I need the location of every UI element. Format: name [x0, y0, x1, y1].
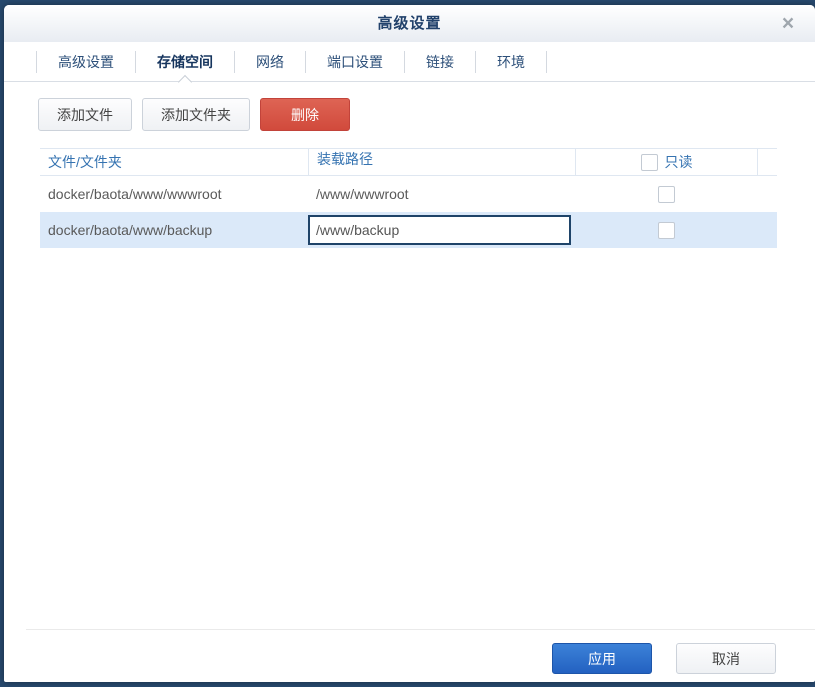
dialog-footer: 应用 取消	[26, 629, 815, 682]
tab-network[interactable]: 网络	[235, 43, 305, 81]
dialog-title: 高级设置	[377, 15, 442, 32]
add-folder-button[interactable]: 添加文件夹	[142, 98, 250, 131]
row-file-path: docker/baota/www/backup	[48, 222, 213, 238]
header-readonly: 只读	[575, 149, 757, 175]
apply-button[interactable]: 应用	[552, 643, 652, 674]
header-mount-path: 装载路径	[308, 149, 575, 175]
readonly-checkbox[interactable]	[657, 221, 675, 239]
table-header-row: 文件/文件夹 装载路径 只读	[40, 148, 777, 176]
row-spacer-cell	[757, 176, 777, 212]
close-icon[interactable]: ×	[775, 11, 801, 37]
tab-bar: 高级设置 存储空间 网络 端口设置 链接 环境	[4, 42, 815, 82]
storage-toolbar: 添加文件 添加文件夹 删除	[38, 98, 778, 131]
readonly-checkbox[interactable]	[657, 185, 675, 203]
delete-button[interactable]: 删除	[260, 98, 350, 131]
dialog-title-bar: 高级设置 ×	[4, 5, 815, 42]
header-readonly-label: 只读	[664, 154, 693, 170]
row-mount-path[interactable]: /www/wwwroot	[308, 186, 575, 202]
header-spacer-column	[757, 149, 777, 175]
tab-links[interactable]: 链接	[405, 43, 475, 81]
row-readonly-cell	[575, 221, 757, 239]
tab-storage[interactable]: 存储空间	[136, 43, 234, 81]
row-mount-path-cell	[308, 215, 575, 245]
tab-port-settings[interactable]: 端口设置	[306, 43, 404, 81]
advanced-settings-dialog: 高级设置 × 高级设置 存储空间 网络 端口设置 链接 环境 添加文件 添加文件…	[4, 5, 815, 682]
mount-path-input[interactable]	[308, 215, 571, 245]
volume-mount-table: 文件/文件夹 装载路径 只读 docker/baota/www/wwwroot …	[40, 148, 777, 248]
tab-advanced-settings[interactable]: 高级设置	[37, 43, 135, 81]
screen-background: { "dialog": { "title": "高级设置", "close_gl…	[0, 0, 815, 687]
tab-environment[interactable]: 环境	[476, 43, 546, 81]
table-row[interactable]: docker/baota/www/backup	[40, 212, 777, 248]
header-file-folder: 文件/文件夹	[48, 154, 122, 170]
row-spacer-cell	[757, 212, 777, 248]
tab-divider	[546, 50, 547, 73]
table-row[interactable]: docker/baota/www/wwwroot /www/wwwroot	[40, 176, 777, 212]
add-file-button[interactable]: 添加文件	[38, 98, 132, 131]
cancel-button[interactable]: 取消	[676, 643, 776, 674]
readonly-select-all-checkbox[interactable]	[640, 153, 658, 171]
row-readonly-cell	[575, 185, 757, 203]
empty-content-area	[4, 248, 815, 629]
row-file-path: docker/baota/www/wwwroot	[48, 186, 222, 202]
